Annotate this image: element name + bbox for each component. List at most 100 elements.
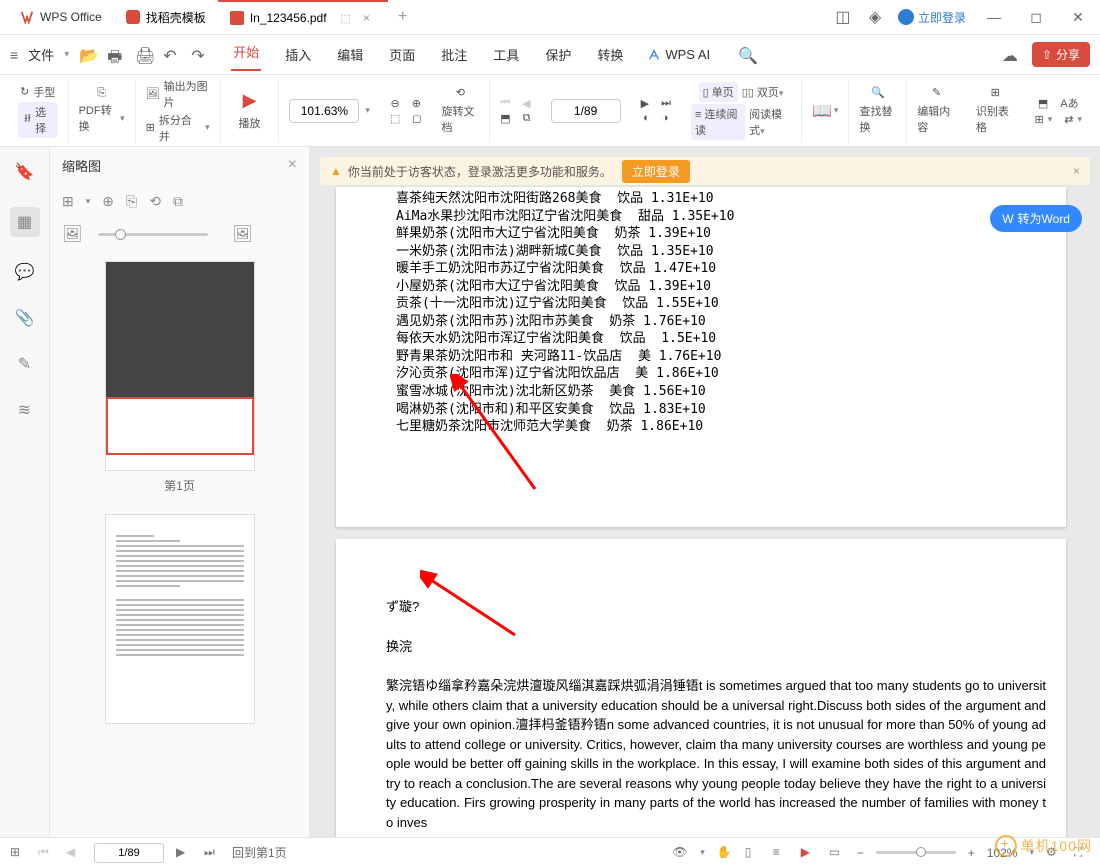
zoom-dropdown[interactable]: ▾ [365,105,370,116]
pdf-convert-tool[interactable]: ⎘ [97,87,106,100]
detect-table-icon[interactable]: ⊞ [991,86,1000,99]
undo-icon[interactable]: ↶ [163,46,181,64]
status-prev-icon[interactable]: ◀ [66,845,82,861]
wps-ai-button[interactable]: WPS AI [647,47,710,62]
zoom-in-icon[interactable]: ⊕ [412,97,421,110]
tool-extra3[interactable]: ⊞ [1035,113,1044,126]
zoom-input[interactable] [289,99,359,123]
search-icon[interactable]: 🔍 [738,46,756,64]
close-window-button[interactable]: ✕ [1064,8,1092,26]
thumb-expand-icon[interactable]: 🖼 [232,224,252,244]
app-tab-office[interactable]: WPS Office [8,0,114,34]
menu-edit[interactable]: 编辑 [335,41,365,68]
first-page-icon[interactable]: ⏮ [500,97,510,110]
menu-insert[interactable]: 插入 [283,41,313,68]
status-zoom-out[interactable]: − [857,846,864,860]
single-page-button[interactable]: ▯ 单页 [699,82,738,102]
document-tab[interactable]: In_123456.pdf ⬚ × [218,0,388,34]
status-grid-icon[interactable]: ⊞ [10,845,26,861]
menu-protect[interactable]: 保护 [543,41,573,68]
misc-icon1[interactable]: ◐ [643,112,650,124]
tool-extra4[interactable]: ⇄ [1064,113,1073,126]
menu-convert[interactable]: 转换 [595,41,625,68]
menu-start[interactable]: 开始 [231,38,261,71]
rail-comment-icon[interactable]: 💬 [14,261,36,283]
window-layout-icon[interactable]: ◫ [834,8,852,26]
status-first-icon[interactable]: ⏮ [38,845,54,861]
thumb-add-icon[interactable]: ⊕ [102,193,114,210]
find-replace-icon[interactable]: 🔍 [871,86,885,99]
print-icon[interactable]: 🖨 [135,46,153,64]
menu-annotate[interactable]: 批注 [439,41,469,68]
thumb-copy-icon[interactable]: ⧉ [173,193,183,210]
misc-icon2[interactable]: ◑ [662,112,669,124]
edit-content-icon[interactable]: ✎ [932,86,941,99]
tool-extra2[interactable]: Aあ [1060,95,1078,111]
play-icon[interactable]: ▶ [243,90,257,111]
last-page-icon[interactable]: ⏭ [661,97,671,110]
status-zoom-slider[interactable] [876,851,956,854]
open-icon[interactable]: 📂 [79,46,97,64]
menu-tools[interactable]: 工具 [491,41,521,68]
file-menu[interactable]: 文件 [28,45,54,64]
convert-to-word-button[interactable]: W 转为Word [990,205,1082,232]
status-single-icon[interactable]: ▯ [745,845,761,861]
crop-icon[interactable]: ⬒ [500,112,510,125]
hamburger-icon[interactable]: ≡ [10,47,18,63]
cube-icon[interactable]: ◈ [866,8,884,26]
minimize-button[interactable]: — [980,8,1008,26]
split-merge-tool[interactable]: ⊞拆分合并▾ [146,112,210,144]
select-tool[interactable]: ⭿选择 [18,102,58,138]
add-tab-button[interactable]: + [388,8,417,26]
rail-attachment-icon[interactable]: 📎 [14,307,36,329]
cloud-icon[interactable]: ☁ [1002,46,1020,64]
share-button[interactable]: ⇧ 分享 [1032,42,1090,67]
status-next-icon[interactable]: ▶ [176,845,192,861]
thumb-extract-icon[interactable]: ⎘ [126,193,137,210]
thumbnail-page-2[interactable] [105,514,255,724]
redo-icon[interactable]: ↷ [191,46,209,64]
export-image-tool[interactable]: 🖼输出为图片 [146,78,210,110]
tool-extra1[interactable]: ⬒ [1038,97,1048,110]
status-zoom-in[interactable]: + [968,846,975,860]
status-book-icon[interactable]: ▭ [829,845,845,861]
status-last-icon[interactable]: ⏭ [204,845,220,861]
maximize-button[interactable]: ◻ [1022,8,1050,26]
thumb-rotate-icon[interactable]: ⟲ [149,193,161,210]
next-page-icon[interactable]: ▶ [641,97,649,110]
rotate-icon[interactable]: ⟲ [456,86,465,99]
status-play-icon[interactable]: ▶ [801,845,817,861]
file-menu-chevron[interactable]: ▾ [64,49,69,60]
prev-page-icon[interactable]: ◀ [522,97,530,110]
notice-close-button[interactable]: × [1073,164,1080,178]
fit-page-icon[interactable]: ◻ [412,112,421,125]
continuous-read-button[interactable]: ≡ 连续阅读 [691,104,745,140]
read-mode-button[interactable]: 阅读模式▾ [749,106,791,138]
book-icon[interactable]: 📖 [812,101,832,121]
snapshot-icon[interactable]: ⧉ [523,112,531,125]
thumb-close-button[interactable]: × [288,156,297,174]
rail-draw-icon[interactable]: ✎ [14,353,36,375]
status-page-input[interactable] [94,843,164,863]
hand-tool[interactable]: ↻手型 [20,84,55,100]
status-eye-icon[interactable]: 👁 [672,845,688,861]
thumbnail-page-1[interactable]: 第1页 [105,261,255,494]
menu-page[interactable]: 页面 [387,41,417,68]
find-templates-tab[interactable]: 找稻壳模板 [114,0,218,34]
page-input[interactable] [551,99,621,123]
fit-width-icon[interactable]: ⬚ [390,112,400,125]
rail-bookmark-icon[interactable]: 🔖 [14,161,36,183]
double-page-button[interactable]: ▯▯ 双页▾ [742,84,784,100]
zoom-out-icon[interactable]: ⊖ [390,97,399,110]
thumb-grid-icon[interactable]: ⊞ [62,193,74,210]
status-hand-icon[interactable]: ✋ [717,845,733,861]
thumb-size-slider[interactable] [98,233,208,236]
save-icon[interactable]: 🖶 [107,46,125,64]
rail-thumbnail-icon[interactable]: ▦ [10,207,40,237]
notice-login-button[interactable]: 立即登录 [622,160,690,183]
tab-restore-icon[interactable]: ⬚ [341,12,351,25]
tab-close-icon[interactable]: × [363,11,370,25]
login-top-button[interactable]: 立即登录 [898,9,966,26]
status-continuous-icon[interactable]: ≡ [773,845,789,861]
back-first-page[interactable]: 回到第1页 [232,844,287,861]
